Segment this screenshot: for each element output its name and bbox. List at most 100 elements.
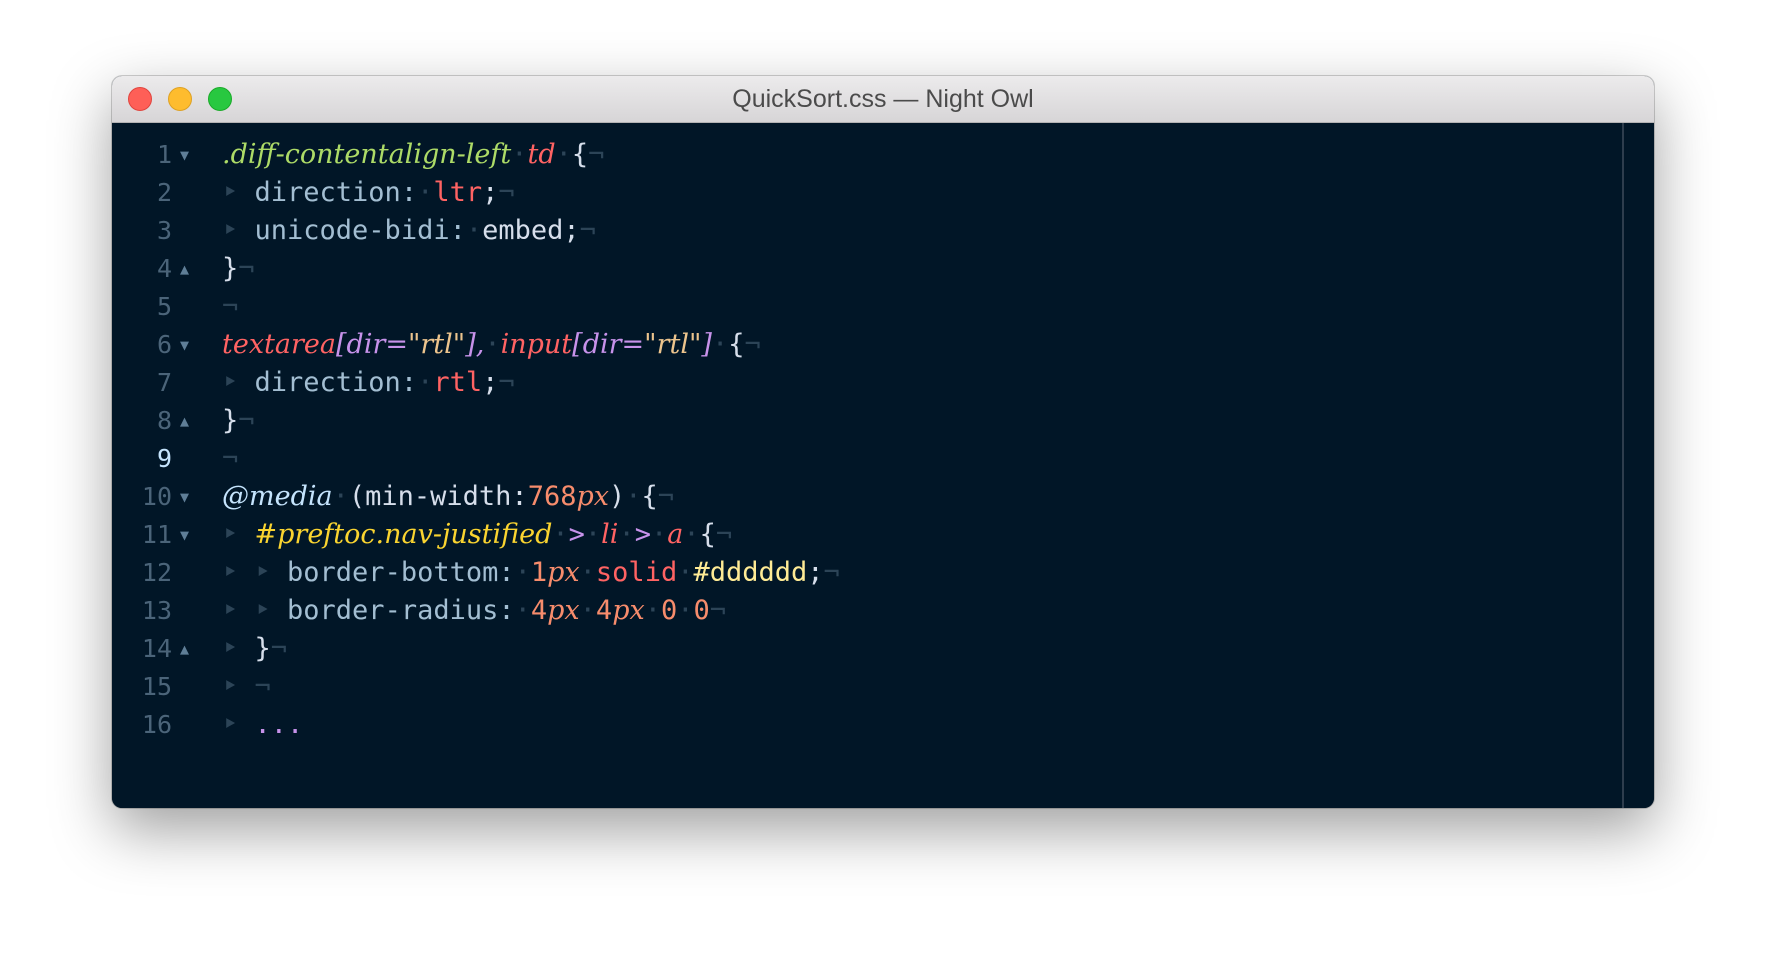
window-title: QuickSort.css — Night Owl bbox=[732, 85, 1034, 113]
code-token: li bbox=[601, 519, 619, 550]
fold-close-icon[interactable]: ▲ bbox=[180, 402, 189, 440]
invisible-char: ¬ bbox=[709, 595, 727, 626]
invisible-char: ¬ bbox=[715, 519, 733, 550]
code-token: > bbox=[634, 519, 651, 550]
line-number: 15 bbox=[141, 672, 172, 701]
fold-open-icon[interactable]: ▼ bbox=[180, 516, 189, 554]
code-token: direction: bbox=[254, 177, 418, 208]
invisible-char: · bbox=[514, 595, 531, 626]
code-token: border-radius: bbox=[287, 595, 515, 626]
code-token: solid bbox=[595, 557, 678, 588]
invisible-char: ¬ bbox=[238, 253, 255, 284]
code-token: [dir= bbox=[572, 329, 645, 360]
code-token: 768 bbox=[527, 481, 577, 512]
invisible-char: · bbox=[417, 177, 434, 208]
invisible-char: · bbox=[644, 595, 661, 626]
code-token: 4 bbox=[530, 595, 548, 626]
code-editor[interactable]: 1 ▼ 2 3 4 ▲ 5 6 ▼ 7 8 ▲ 9 10 ▼ 11 ▼ 12 13 14 ▲ 15 16 .diff-con… bbox=[112, 123, 1654, 808]
code-token: td bbox=[527, 139, 556, 170]
line-number: 9 bbox=[156, 444, 172, 473]
code-token: ) bbox=[608, 481, 626, 512]
code-token: 4 bbox=[595, 595, 613, 626]
code-line[interactable]: ‣ direction:·ltr;¬ bbox=[222, 174, 515, 212]
code-token: rtl bbox=[433, 367, 483, 398]
code-token: .diff-contentalign-left bbox=[222, 139, 512, 170]
invisible-char: · bbox=[555, 139, 572, 170]
invisible-char: · bbox=[711, 329, 729, 360]
code-token: { bbox=[699, 519, 716, 550]
line-number: 12 bbox=[141, 558, 172, 587]
code-token: unicode-bidi: bbox=[254, 215, 466, 246]
code-line[interactable]: ¬ bbox=[222, 440, 238, 478]
code-line[interactable]: ‣ ‣ border-bottom:·1px·solid·#dddddd;¬ bbox=[222, 554, 840, 592]
code-token: ... bbox=[254, 709, 304, 740]
code-token: (min-width: bbox=[348, 481, 528, 512]
code-token: border-bottom: bbox=[287, 557, 515, 588]
fold-open-icon[interactable]: ▼ bbox=[180, 478, 189, 516]
code-line[interactable]: ‣ ‣ border-radius:·4px·4px·0·0¬ bbox=[222, 592, 726, 630]
invisible-char: ‣ bbox=[222, 709, 255, 740]
fold-open-icon[interactable]: ▼ bbox=[180, 136, 189, 174]
code-line[interactable]: ‣ }¬ bbox=[222, 630, 287, 668]
code-token: ltr bbox=[433, 177, 483, 208]
invisible-char: ¬ bbox=[823, 557, 840, 588]
code-token: #preftoc.nav-justified bbox=[254, 519, 553, 550]
code-token: input bbox=[500, 329, 573, 360]
gutter-row: 15 bbox=[112, 668, 212, 706]
code-line[interactable]: ¬ bbox=[222, 288, 238, 326]
code-line[interactable]: ‣ #preftoc.nav-justified·>·li·>·a·{¬ bbox=[222, 516, 732, 554]
line-number: 3 bbox=[156, 216, 172, 245]
wrap-column-guide bbox=[1622, 123, 1624, 808]
line-number: 13 bbox=[141, 596, 172, 625]
code-token: direction: bbox=[254, 367, 418, 398]
gutter-row: 6 ▼ bbox=[112, 326, 212, 364]
invisible-char: · bbox=[484, 329, 501, 360]
title-bar[interactable]: QuickSort.css — Night Owl bbox=[112, 76, 1654, 123]
code-token: > bbox=[568, 519, 585, 550]
line-number: 4 bbox=[156, 254, 172, 283]
invisible-char: · bbox=[625, 481, 642, 512]
code-line[interactable]: }¬ bbox=[222, 250, 255, 288]
gutter-row: 12 bbox=[112, 554, 212, 592]
invisible-char: · bbox=[584, 519, 602, 550]
code-token: } bbox=[222, 253, 239, 284]
line-number: 5 bbox=[156, 292, 172, 321]
invisible-char: · bbox=[650, 519, 668, 550]
code-token: } bbox=[254, 633, 271, 664]
invisible-char: ¬ bbox=[222, 443, 239, 474]
line-number: 8 bbox=[156, 406, 172, 435]
gutter-row: 9 bbox=[112, 440, 212, 478]
line-number: 11 bbox=[141, 520, 172, 549]
code-token: px bbox=[576, 481, 609, 512]
code-token: 0 bbox=[693, 595, 710, 626]
code-token: ], bbox=[465, 329, 485, 360]
line-number: 1 bbox=[156, 140, 172, 169]
invisible-char: · bbox=[677, 557, 694, 588]
code-token: { bbox=[728, 329, 745, 360]
invisible-char: ‣ bbox=[222, 367, 255, 398]
fold-close-icon[interactable]: ▲ bbox=[180, 250, 189, 288]
code-line[interactable]: textarea[dir="rtl"],·input[dir="rtl"]·{¬ bbox=[222, 326, 761, 364]
code-line[interactable]: .diff-contentalign-left·td·{¬ bbox=[222, 136, 604, 174]
code-line[interactable]: ‣ ¬ bbox=[222, 668, 271, 706]
code-token: ] bbox=[701, 329, 712, 360]
code-token: px bbox=[547, 557, 580, 588]
gutter-row: 3 bbox=[112, 212, 212, 250]
code-token: px bbox=[547, 595, 580, 626]
code-line[interactable]: ‣ direction:·rtl;¬ bbox=[222, 364, 515, 402]
line-number: 10 bbox=[141, 482, 172, 511]
invisible-char: · bbox=[579, 595, 596, 626]
invisible-char: ‣ bbox=[222, 215, 255, 246]
code-line[interactable]: @media·(min-width:768px)·{¬ bbox=[222, 478, 674, 516]
line-number: 2 bbox=[156, 178, 172, 207]
invisible-char: · bbox=[417, 367, 434, 398]
code-token: textarea bbox=[222, 329, 336, 360]
code-token: a bbox=[667, 519, 684, 550]
code-line[interactable]: ‣ unicode-bidi:·embed;¬ bbox=[222, 212, 596, 250]
code-token: { bbox=[571, 139, 589, 170]
code-line[interactable]: }¬ bbox=[222, 402, 255, 440]
fold-close-icon[interactable]: ▲ bbox=[180, 630, 189, 668]
code-line[interactable]: ‣ ... bbox=[222, 706, 303, 744]
invisible-char: ‣ bbox=[222, 177, 255, 208]
fold-open-icon[interactable]: ▼ bbox=[180, 326, 189, 364]
